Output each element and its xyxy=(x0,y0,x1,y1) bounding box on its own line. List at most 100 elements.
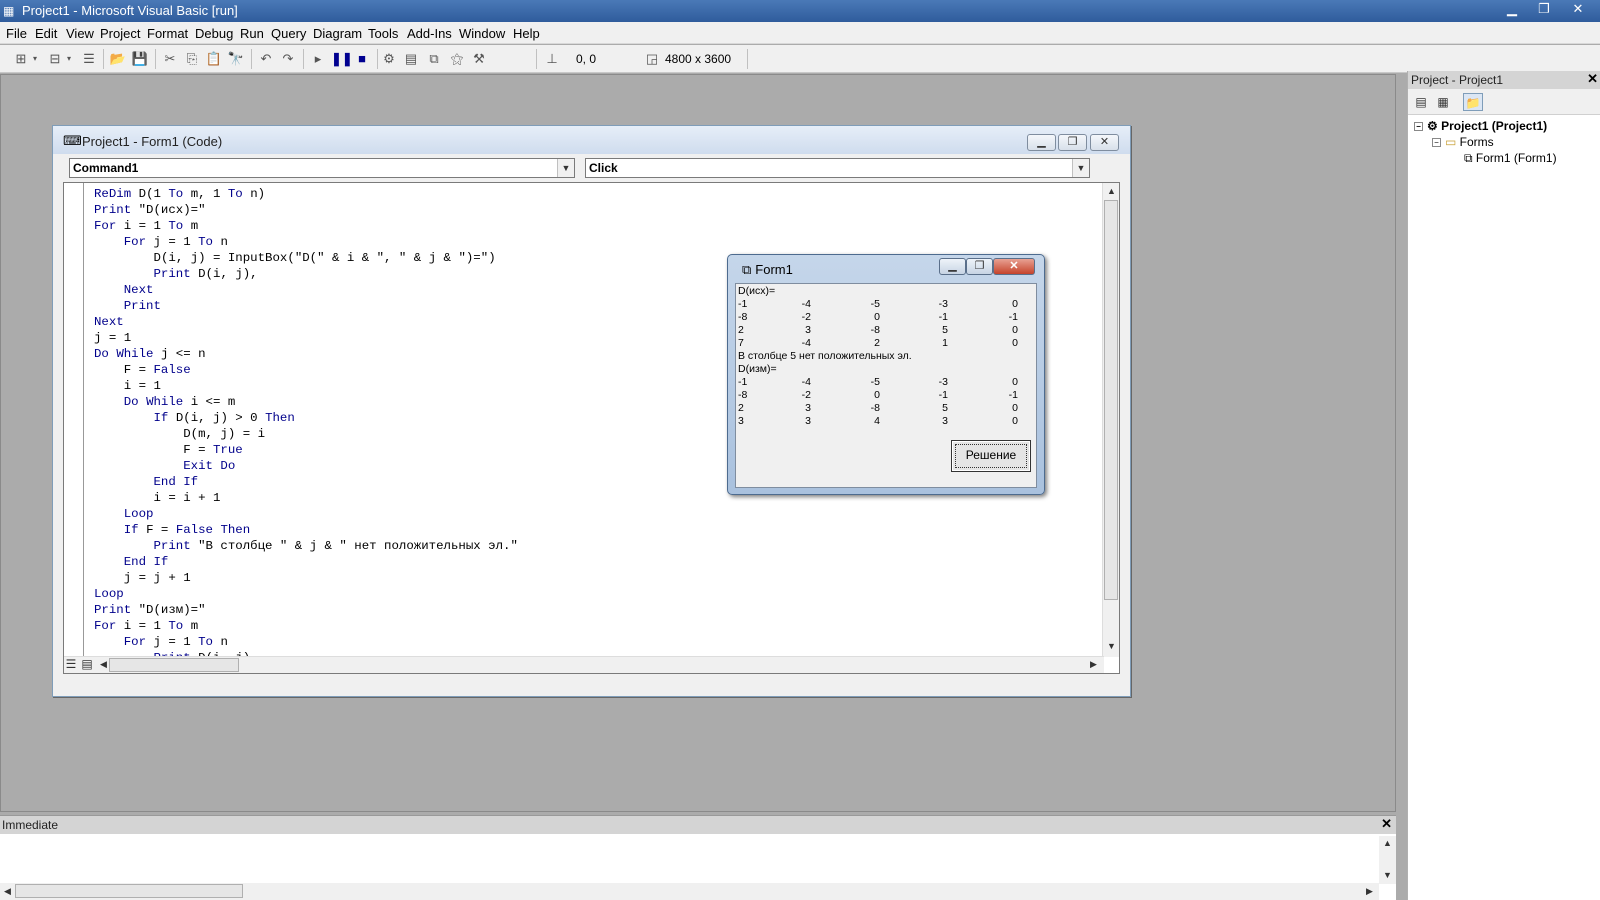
add-form-icon[interactable]: ⊟ xyxy=(46,50,64,68)
code-line[interactable]: If D(i, j) > 0 Then xyxy=(94,410,518,426)
code-line[interactable]: Next xyxy=(94,314,518,330)
toolbox-icon[interactable]: ⚒ xyxy=(470,50,488,68)
code-line[interactable]: Exit Do xyxy=(94,458,518,474)
code-line[interactable]: i = i + 1 xyxy=(94,490,518,506)
toggle-folders-icon[interactable]: 📁 xyxy=(1463,93,1483,111)
scroll-down-icon[interactable]: ▼ xyxy=(1380,868,1395,883)
menu-window[interactable]: Window xyxy=(459,26,505,41)
end-icon[interactable]: ■ xyxy=(353,50,371,68)
scroll-down-icon[interactable]: ▼ xyxy=(1104,639,1119,654)
close-icon[interactable]: ✕ xyxy=(1381,816,1392,832)
code-line[interactable]: For j = 1 To n xyxy=(94,234,518,250)
code-line[interactable]: Print "В столбце " & j & " нет положител… xyxy=(94,538,518,554)
restore-icon[interactable]: ❐ xyxy=(1528,0,1560,20)
code-window-titlebar[interactable]: ⌨ Project1 - Form1 (Code) ▁ ❐ ✕ xyxy=(53,126,1130,154)
object-browser-icon[interactable]: ⚝ xyxy=(448,50,466,68)
paste-icon[interactable]: 📋 xyxy=(205,50,223,68)
scroll-right-icon[interactable]: ▶ xyxy=(1086,657,1101,672)
code-line[interactable]: F = False xyxy=(94,362,518,378)
menu-debug[interactable]: Debug xyxy=(195,26,233,41)
undo-icon[interactable]: ↶ xyxy=(257,50,275,68)
menu-file[interactable]: File xyxy=(6,26,27,41)
project-explorer-icon[interactable]: ⚙ xyxy=(380,50,398,68)
code-line[interactable]: Loop xyxy=(94,586,518,602)
scroll-thumb[interactable] xyxy=(15,884,243,898)
chevron-down-icon[interactable]: ▾ xyxy=(64,50,74,68)
form1-titlebar[interactable]: ⧉ Form1 xyxy=(738,262,793,278)
code-line[interactable]: Print "D(исх)=" xyxy=(94,202,518,218)
view-code-icon[interactable]: ▤ xyxy=(1411,93,1431,111)
close-icon[interactable]: ✕ xyxy=(1587,71,1598,87)
object-combo[interactable]: Command1 ▼ xyxy=(69,158,575,178)
start-icon[interactable]: ▸ xyxy=(309,50,327,68)
chevron-down-icon[interactable]: ▼ xyxy=(1072,159,1089,177)
tree-item-form1[interactable]: ⧉ Form1 (Form1) xyxy=(1464,151,1557,166)
scroll-thumb[interactable] xyxy=(1104,200,1118,600)
collapse-icon[interactable]: − xyxy=(1414,122,1423,132)
code-line[interactable]: ReDim D(1 To m, 1 To n) xyxy=(94,186,518,202)
tree-item-forms[interactable]: − ▭ Forms xyxy=(1432,135,1494,149)
close-icon[interactable]: ✕ xyxy=(1090,134,1119,151)
code-line[interactable]: Next xyxy=(94,282,518,298)
minimize-icon[interactable]: ▁ xyxy=(939,258,966,275)
horizontal-scrollbar[interactable]: ◀ ▶ xyxy=(0,883,1379,900)
form-layout-icon[interactable]: ⧉ xyxy=(425,50,443,68)
horizontal-scrollbar[interactable]: ☰ ▤ ◀ ▶ xyxy=(64,656,1104,673)
chevron-down-icon[interactable]: ▼ xyxy=(557,159,574,177)
code-line[interactable]: F = True xyxy=(94,442,518,458)
code-line[interactable]: Do While j <= n xyxy=(94,346,518,362)
menu-editor-icon[interactable]: ☰ xyxy=(80,50,98,68)
restore-icon[interactable]: ❐ xyxy=(966,258,993,275)
code-line[interactable]: i = 1 xyxy=(94,378,518,394)
scroll-right-icon[interactable]: ▶ xyxy=(1362,884,1377,899)
code-line[interactable]: For i = 1 To m xyxy=(94,218,518,234)
code-line[interactable]: End If xyxy=(94,474,518,490)
full-module-view-icon[interactable]: ▤ xyxy=(80,657,94,672)
redo-icon[interactable]: ↷ xyxy=(279,50,297,68)
menu-diagram[interactable]: Diagram xyxy=(313,26,362,41)
close-icon[interactable]: ✕ xyxy=(1562,0,1594,20)
code-line[interactable]: Print D(i, j), xyxy=(94,266,518,282)
copy-icon[interactable]: ⎘ xyxy=(183,50,201,68)
menu-format[interactable]: Format xyxy=(147,26,188,41)
scroll-left-icon[interactable]: ◀ xyxy=(0,884,15,899)
code-line[interactable]: D(m, j) = i xyxy=(94,426,518,442)
code-line[interactable]: Loop xyxy=(94,506,518,522)
menu-edit[interactable]: Edit xyxy=(35,26,57,41)
vertical-scrollbar[interactable]: ▲ ▼ xyxy=(1102,183,1119,657)
code-line[interactable]: Print "D(изм)=" xyxy=(94,602,518,618)
code-line[interactable]: j = j + 1 xyxy=(94,570,518,586)
add-project-icon[interactable]: ⊞ xyxy=(12,50,30,68)
properties-icon[interactable]: ▤ xyxy=(402,50,420,68)
solve-button[interactable]: Решение xyxy=(951,440,1031,472)
menu-query[interactable]: Query xyxy=(271,26,306,41)
code-line[interactable]: j = 1 xyxy=(94,330,518,346)
break-icon[interactable]: ❚❚ xyxy=(331,50,353,68)
menu-tools[interactable]: Tools xyxy=(368,26,398,41)
open-icon[interactable]: 📂 xyxy=(109,50,127,68)
code-text[interactable]: ReDim D(1 To m, 1 To n) Print "D(исх)=" Fo… xyxy=(94,186,518,666)
code-line[interactable]: End If xyxy=(94,554,518,570)
chevron-down-icon[interactable]: ▾ xyxy=(30,50,40,68)
tree-item-project[interactable]: − ⚙ Project1 (Project1) xyxy=(1414,119,1547,133)
view-object-icon[interactable]: ▦ xyxy=(1433,93,1453,111)
close-icon[interactable]: ✕ xyxy=(993,258,1035,275)
minimize-icon[interactable]: ▁ xyxy=(1027,134,1056,151)
scroll-thumb[interactable] xyxy=(109,658,239,672)
scroll-up-icon[interactable]: ▲ xyxy=(1104,184,1119,199)
menu-addins[interactable]: Add-Ins xyxy=(407,26,452,41)
scroll-up-icon[interactable]: ▲ xyxy=(1380,836,1395,851)
collapse-icon[interactable]: − xyxy=(1432,138,1441,148)
code-line[interactable]: If F = False Then xyxy=(94,522,518,538)
code-line[interactable]: Print xyxy=(94,298,518,314)
procedure-combo[interactable]: Click ▼ xyxy=(585,158,1090,178)
restore-icon[interactable]: ❐ xyxy=(1058,134,1087,151)
vertical-scrollbar[interactable]: ▲ ▼ xyxy=(1379,836,1396,884)
save-icon[interactable]: 💾 xyxy=(131,50,149,68)
menu-run[interactable]: Run xyxy=(240,26,264,41)
procedure-view-icon[interactable]: ☰ xyxy=(64,657,78,672)
menu-help[interactable]: Help xyxy=(513,26,540,41)
minimize-icon[interactable]: ▁ xyxy=(1496,0,1528,20)
cut-icon[interactable]: ✂ xyxy=(161,50,179,68)
code-line[interactable]: D(i, j) = InputBox("D(" & i & ", " & j &… xyxy=(94,250,518,266)
